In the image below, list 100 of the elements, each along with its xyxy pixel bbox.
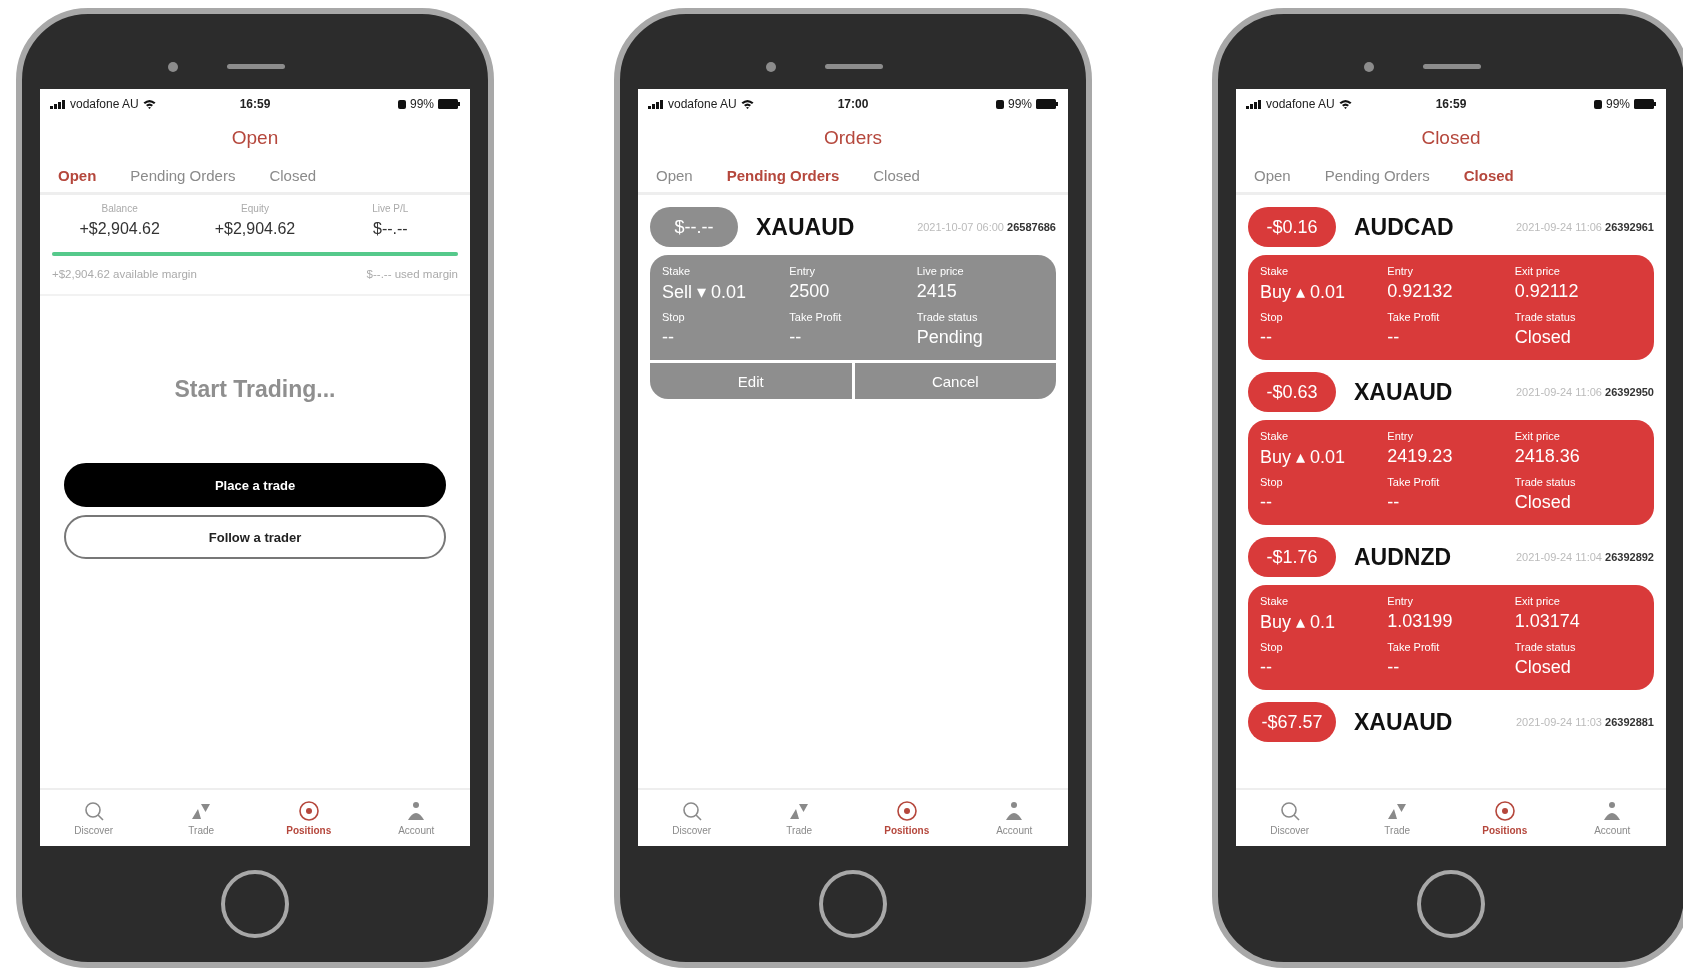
nav-item[interactable]: Discover [40,790,148,846]
field-value: 1.03174 [1514,611,1581,632]
nav-item[interactable]: Positions [1451,790,1559,846]
trade-id: 26587686 [1007,221,1056,233]
nav-item[interactable]: Account [1558,790,1666,846]
search-icon [680,800,703,822]
field-label: Stop [662,311,686,323]
field-value: Closed [1514,657,1572,678]
trade-id: 26392950 [1605,386,1654,398]
field-value: -- [1260,657,1273,678]
field-value: 0.92132 [1387,281,1454,302]
follow-trader-button[interactable]: Follow a trader [64,515,446,559]
field-label: Trade status [916,311,979,323]
battery-icon [1634,99,1656,109]
used-margin: $--.-- used margin [366,268,458,280]
wifi-icon [1338,99,1352,109]
speaker-icon [825,64,883,69]
field-label: Trade status [1514,476,1577,488]
edit-button[interactable]: Edit [650,363,852,399]
field-value: -- [1387,492,1401,513]
nav-item[interactable]: Positions [255,790,363,846]
field-label: Stop [1260,641,1284,653]
signal-icon [648,99,664,109]
trade-date: 2021-09-24 11:03 [1515,716,1602,728]
symbol-text: AUDNZD [1354,543,1452,571]
trade-date: 2021-09-24 11:04 [1515,551,1602,563]
wifi-icon [740,99,754,109]
speaker-icon [1423,64,1481,69]
tab[interactable]: Closed [873,167,920,184]
lock-icon [397,99,406,109]
field-value: Closed [1514,327,1572,348]
tab[interactable]: Pending Orders [1324,167,1430,184]
cancel-button[interactable]: Cancel [854,363,1056,399]
home-button[interactable] [1417,870,1485,938]
battery-percent: 99% [409,97,434,111]
field-value: 2415 [916,281,958,302]
nav-item[interactable]: Positions [853,790,961,846]
field-label: Stop [1260,311,1284,323]
field-label: Stake [1260,430,1290,442]
trade-id: 26392961 [1605,221,1654,233]
trade-date: 2021-10-07 06:00 [917,221,1004,233]
pnl-pill: -$1.76 [1248,537,1336,577]
nav-item[interactable]: Discover [1236,790,1344,846]
symbol-text: XAUAUD [756,213,855,241]
symbol-text: XAUAUD [1354,378,1453,406]
nav-item[interactable]: Trade [1343,790,1451,846]
trade-date: 2021-09-24 11:06 [1515,386,1602,398]
search-icon [1278,800,1301,822]
field-value: -- [1387,657,1401,678]
tab[interactable]: Open [656,167,693,184]
battery-percent: 99% [1605,97,1630,111]
battery-icon [438,99,460,109]
tab[interactable]: Open [1254,167,1291,184]
signal-icon [1246,99,1262,109]
field-value: Buy ▴ 0.01 [1260,281,1347,303]
carrier-text: vodafone AU [70,97,139,111]
home-button[interactable] [819,870,887,938]
trade-id: 26392881 [1605,716,1654,728]
field-value: -- [662,327,675,348]
camera-icon [766,62,776,72]
pnl-pill: -$67.57 [1248,702,1336,742]
pnl-pill: -$0.63 [1248,372,1336,412]
field-label: Trade status [1514,641,1577,653]
place-trade-button[interactable]: Place a trade [64,463,446,507]
field-value: 0.92112 [1514,281,1580,302]
summary-label: Equity [241,203,269,214]
tab[interactable]: Pending Orders [726,167,840,184]
field-value: -- [1260,492,1273,513]
field-label: Entry [1387,430,1414,442]
tab[interactable]: Closed [269,167,317,184]
camera-icon [1364,62,1374,72]
search-icon [82,800,105,822]
home-button[interactable] [221,870,289,938]
field-value: 2419.23 [1387,446,1454,467]
nav-item[interactable]: Discover [638,790,746,846]
field-value: -- [1387,327,1401,348]
field-value: -- [789,327,803,348]
field-value: 1.03199 [1387,611,1454,632]
available-margin: +$2,904.62 available margin [52,268,197,280]
screen-title: Closed [1420,126,1482,150]
tab[interactable]: Open [58,167,97,184]
nav-item[interactable]: Trade [147,790,255,846]
carrier-text: vodafone AU [668,97,737,111]
tab[interactable]: Closed [1463,167,1514,184]
field-label: Exit price [1514,265,1561,277]
status-time: 16:59 [1435,97,1467,111]
status-time: 16:59 [239,97,271,111]
field-label: Stop [1260,476,1284,488]
trade-id: 26392892 [1605,551,1654,563]
field-value: Buy ▴ 0.1 [1260,611,1337,633]
field-label: Live price [916,265,965,277]
nav-item[interactable]: Trade [745,790,853,846]
nav-item[interactable]: Account [960,790,1068,846]
pnl-pill: -$0.16 [1248,207,1336,247]
tab[interactable]: Pending Orders [130,167,236,184]
target-icon [895,800,918,822]
battery-icon [1036,99,1058,109]
nav-item[interactable]: Account [362,790,470,846]
field-label: Entry [1387,265,1414,277]
field-label: Take Profit [1387,476,1441,488]
